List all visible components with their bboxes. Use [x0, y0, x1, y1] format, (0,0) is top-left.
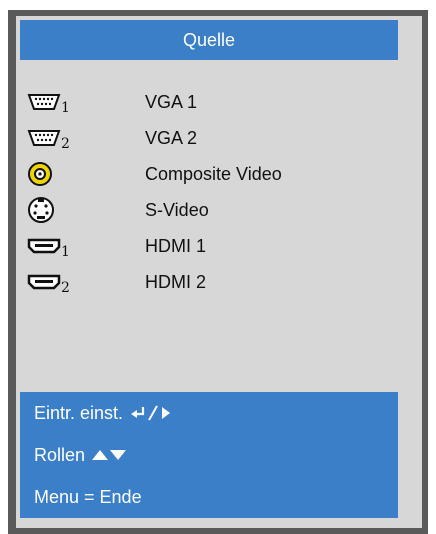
hdmi-icon: 1: [27, 228, 75, 264]
hdmi-icon: 2: [27, 264, 75, 300]
hdmi-icon-index: 2: [61, 280, 70, 296]
hdmi-icon-index: 1: [61, 244, 70, 260]
help-scroll-text: Rollen: [34, 445, 86, 465]
help-scroll: Rollen: [20, 434, 398, 476]
help-menu-text: Menu = Ende: [34, 487, 142, 507]
source-list: 1 VGA 1 2 VGA 2 Composite Video S-Video …: [27, 84, 387, 300]
source-item-vga-1[interactable]: 1 VGA 1: [27, 84, 387, 120]
vga-icon-index: 1: [61, 100, 70, 116]
help-menu: Menu = Ende: [20, 476, 398, 518]
source-label: VGA 2: [145, 127, 198, 148]
source-label: HDMI 2: [145, 271, 207, 292]
composite-video-icon: [27, 156, 75, 192]
page-title: Quelle: [20, 20, 398, 60]
up-down-arrows-icon: [91, 447, 127, 463]
source-label: HDMI 1: [145, 235, 207, 256]
source-item-vga-2[interactable]: 2 VGA 2: [27, 120, 387, 156]
source-item-hdmi-2[interactable]: 2 HDMI 2: [27, 264, 387, 300]
source-item-composite-video[interactable]: Composite Video: [27, 156, 387, 192]
source-label: S-Video: [145, 199, 209, 220]
vga-icon: 2: [27, 120, 75, 156]
vga-icon-index: 2: [61, 136, 70, 152]
vga-icon: 1: [27, 84, 75, 120]
source-label: VGA 1: [145, 91, 198, 112]
enter-right-arrow-icon: [129, 404, 173, 422]
help-bar: Eintr. einst. Rollen Menu = Ende: [20, 392, 398, 518]
help-enter-text: Eintr. einst.: [34, 403, 124, 423]
s-video-icon: [27, 192, 75, 228]
source-item-s-video[interactable]: S-Video: [27, 192, 387, 228]
help-enter: Eintr. einst.: [20, 392, 398, 434]
source-item-hdmi-1[interactable]: 1 HDMI 1: [27, 228, 387, 264]
source-label: Composite Video: [145, 163, 282, 184]
